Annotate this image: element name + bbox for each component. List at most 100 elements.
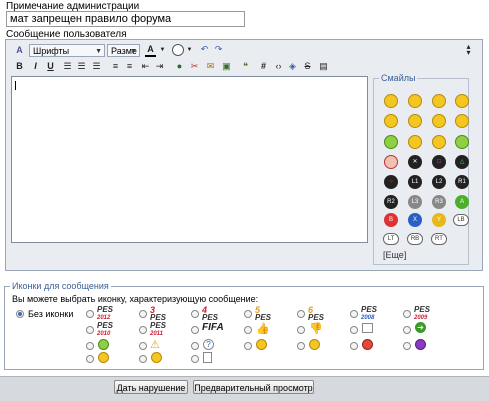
code-hash-icon[interactable]: # xyxy=(258,61,269,72)
smiley-icon[interactable] xyxy=(384,114,398,128)
gamepad-rb-icon[interactable]: RB xyxy=(407,233,423,245)
gamepad-l2-icon[interactable]: L2 xyxy=(432,175,446,189)
icon-radio[interactable] xyxy=(191,355,199,363)
icon-radio[interactable] xyxy=(350,310,358,318)
gamepad-a-icon[interactable]: A xyxy=(455,195,469,209)
cool-smiley-icon xyxy=(256,339,267,350)
bold-icon[interactable]: B xyxy=(14,61,25,72)
font-family-select[interactable]: Шрифты ▼ xyxy=(29,44,105,57)
gamepad-triangle-icon[interactable]: △ xyxy=(455,155,469,169)
icon-radio[interactable] xyxy=(86,326,94,334)
gamepad-lb-icon[interactable]: LB xyxy=(453,214,469,226)
icon-radio[interactable] xyxy=(350,342,358,350)
indent-icon[interactable]: ⇥ xyxy=(154,61,165,72)
email-icon[interactable]: ✉ xyxy=(205,61,216,72)
smiley-icon[interactable] xyxy=(408,114,422,128)
align-center-icon[interactable]: ☰ xyxy=(76,61,87,72)
thumbs-down-icon: 👎 xyxy=(309,323,323,335)
font-size-select[interactable]: Разме ▼ xyxy=(107,44,140,57)
icon-radio[interactable] xyxy=(191,326,199,334)
icon-radio[interactable] xyxy=(191,342,199,350)
html-code-icon[interactable]: ‹› xyxy=(273,61,284,72)
php-code-icon[interactable]: ◈ xyxy=(287,61,298,72)
more-smileys-link[interactable]: [Еще] xyxy=(383,250,406,260)
gamepad-r2-icon[interactable]: R2 xyxy=(384,195,398,209)
align-left-icon[interactable]: ☰ xyxy=(62,61,73,72)
remove-format-icon[interactable]: A xyxy=(14,45,25,56)
align-right-icon[interactable]: ☰ xyxy=(91,61,102,72)
icon-radio[interactable] xyxy=(139,355,147,363)
gamepad-y-icon[interactable]: Y xyxy=(432,213,446,227)
smiley-icon[interactable] xyxy=(455,94,469,108)
chevron-down-icon[interactable]: ▼ xyxy=(184,45,195,56)
text-color-icon[interactable]: A xyxy=(145,44,156,57)
smiley-picker-icon[interactable] xyxy=(172,44,184,56)
insert-link-icon[interactable]: ● xyxy=(174,61,185,72)
chevron-down-icon[interactable]: ▼ xyxy=(157,45,168,56)
icon-radio[interactable] xyxy=(403,310,411,318)
gamepad-square-icon[interactable]: □ xyxy=(432,155,446,169)
icon-radio[interactable] xyxy=(297,342,305,350)
undo-icon[interactable]: ↶ xyxy=(199,44,210,55)
smiley-icon[interactable] xyxy=(432,94,446,108)
smiley-icon[interactable] xyxy=(408,135,422,149)
message-textarea[interactable] xyxy=(11,76,368,243)
icon-radio[interactable] xyxy=(139,342,147,350)
icon-radio[interactable] xyxy=(350,326,358,334)
admin-note-input[interactable]: мат запрещен правило форума xyxy=(6,11,245,27)
icon-radio[interactable] xyxy=(139,310,147,318)
gamepad-circle-icon[interactable]: ○ xyxy=(384,175,398,189)
icon-radio[interactable] xyxy=(403,326,411,334)
icon-radio[interactable] xyxy=(86,355,94,363)
icon-radio[interactable] xyxy=(86,342,94,350)
icon-radio[interactable] xyxy=(297,310,305,318)
icon-radio-none[interactable] xyxy=(16,310,24,318)
preview-button[interactable]: Предварительный просмотр xyxy=(193,380,314,394)
gamepad-r1-icon[interactable]: R1 xyxy=(455,175,469,189)
warning-icon: ⚠ xyxy=(150,339,160,351)
collapse-toolbar-icon[interactable]: ▴ ▾ xyxy=(463,43,474,57)
smiley-icon[interactable] xyxy=(455,114,469,128)
smiley-icon[interactable] xyxy=(432,135,446,149)
pes-text: PES xyxy=(255,313,272,322)
outdent-icon[interactable]: ⇤ xyxy=(140,61,151,72)
gamepad-l1-icon[interactable]: L1 xyxy=(408,175,422,189)
gamepad-rt-icon[interactable]: RT xyxy=(431,233,447,245)
icon-radio[interactable] xyxy=(244,326,252,334)
smiley-icon[interactable] xyxy=(432,114,446,128)
smiley-icon[interactable] xyxy=(384,155,398,169)
icon-radio[interactable] xyxy=(297,326,305,334)
submit-warning-button[interactable]: Дать нарушение xyxy=(114,380,188,394)
unordered-list-icon[interactable]: ≡ xyxy=(124,61,135,72)
pes-text: PES xyxy=(414,305,431,314)
icon-radio[interactable] xyxy=(244,310,252,318)
ordered-list-icon[interactable]: ≡ xyxy=(110,61,121,72)
strikethrough-icon[interactable]: S xyxy=(302,61,313,72)
pes-year: 2008 xyxy=(361,315,375,321)
gamepad-l3-icon[interactable]: L3 xyxy=(408,195,422,209)
quote-icon[interactable]: ❝ xyxy=(240,61,251,72)
insert-image-icon[interactable]: ▣ xyxy=(221,61,232,72)
redo-icon[interactable]: ↷ xyxy=(213,44,224,55)
gamepad-x-blue-icon[interactable]: X xyxy=(408,213,422,227)
italic-icon[interactable]: I xyxy=(30,61,41,72)
unlink-icon[interactable]: ✂ xyxy=(189,61,200,72)
icon-radio[interactable] xyxy=(191,310,199,318)
smile-icon xyxy=(309,339,320,350)
smiley-icon[interactable] xyxy=(455,135,469,149)
icon-radio[interactable] xyxy=(244,342,252,350)
gamepad-r3-icon[interactable]: R3 xyxy=(432,195,446,209)
underline-icon[interactable]: U xyxy=(45,61,56,72)
horizontal-rule-icon[interactable]: ▤ xyxy=(318,61,329,72)
post-icons-legend: Иконки для сообщения xyxy=(10,281,111,291)
icon-radio[interactable] xyxy=(403,342,411,350)
gamepad-x-icon[interactable]: ✕ xyxy=(408,155,422,169)
icon-radio[interactable] xyxy=(86,310,94,318)
gamepad-lt-icon[interactable]: LT xyxy=(383,233,399,245)
pes-logo-icon: PES 2008 xyxy=(361,306,377,322)
gamepad-b-icon[interactable]: B xyxy=(384,213,398,227)
icon-radio[interactable] xyxy=(139,326,147,334)
smiley-icon[interactable] xyxy=(384,94,398,108)
smiley-icon[interactable] xyxy=(408,94,422,108)
smiley-icon[interactable] xyxy=(384,135,398,149)
